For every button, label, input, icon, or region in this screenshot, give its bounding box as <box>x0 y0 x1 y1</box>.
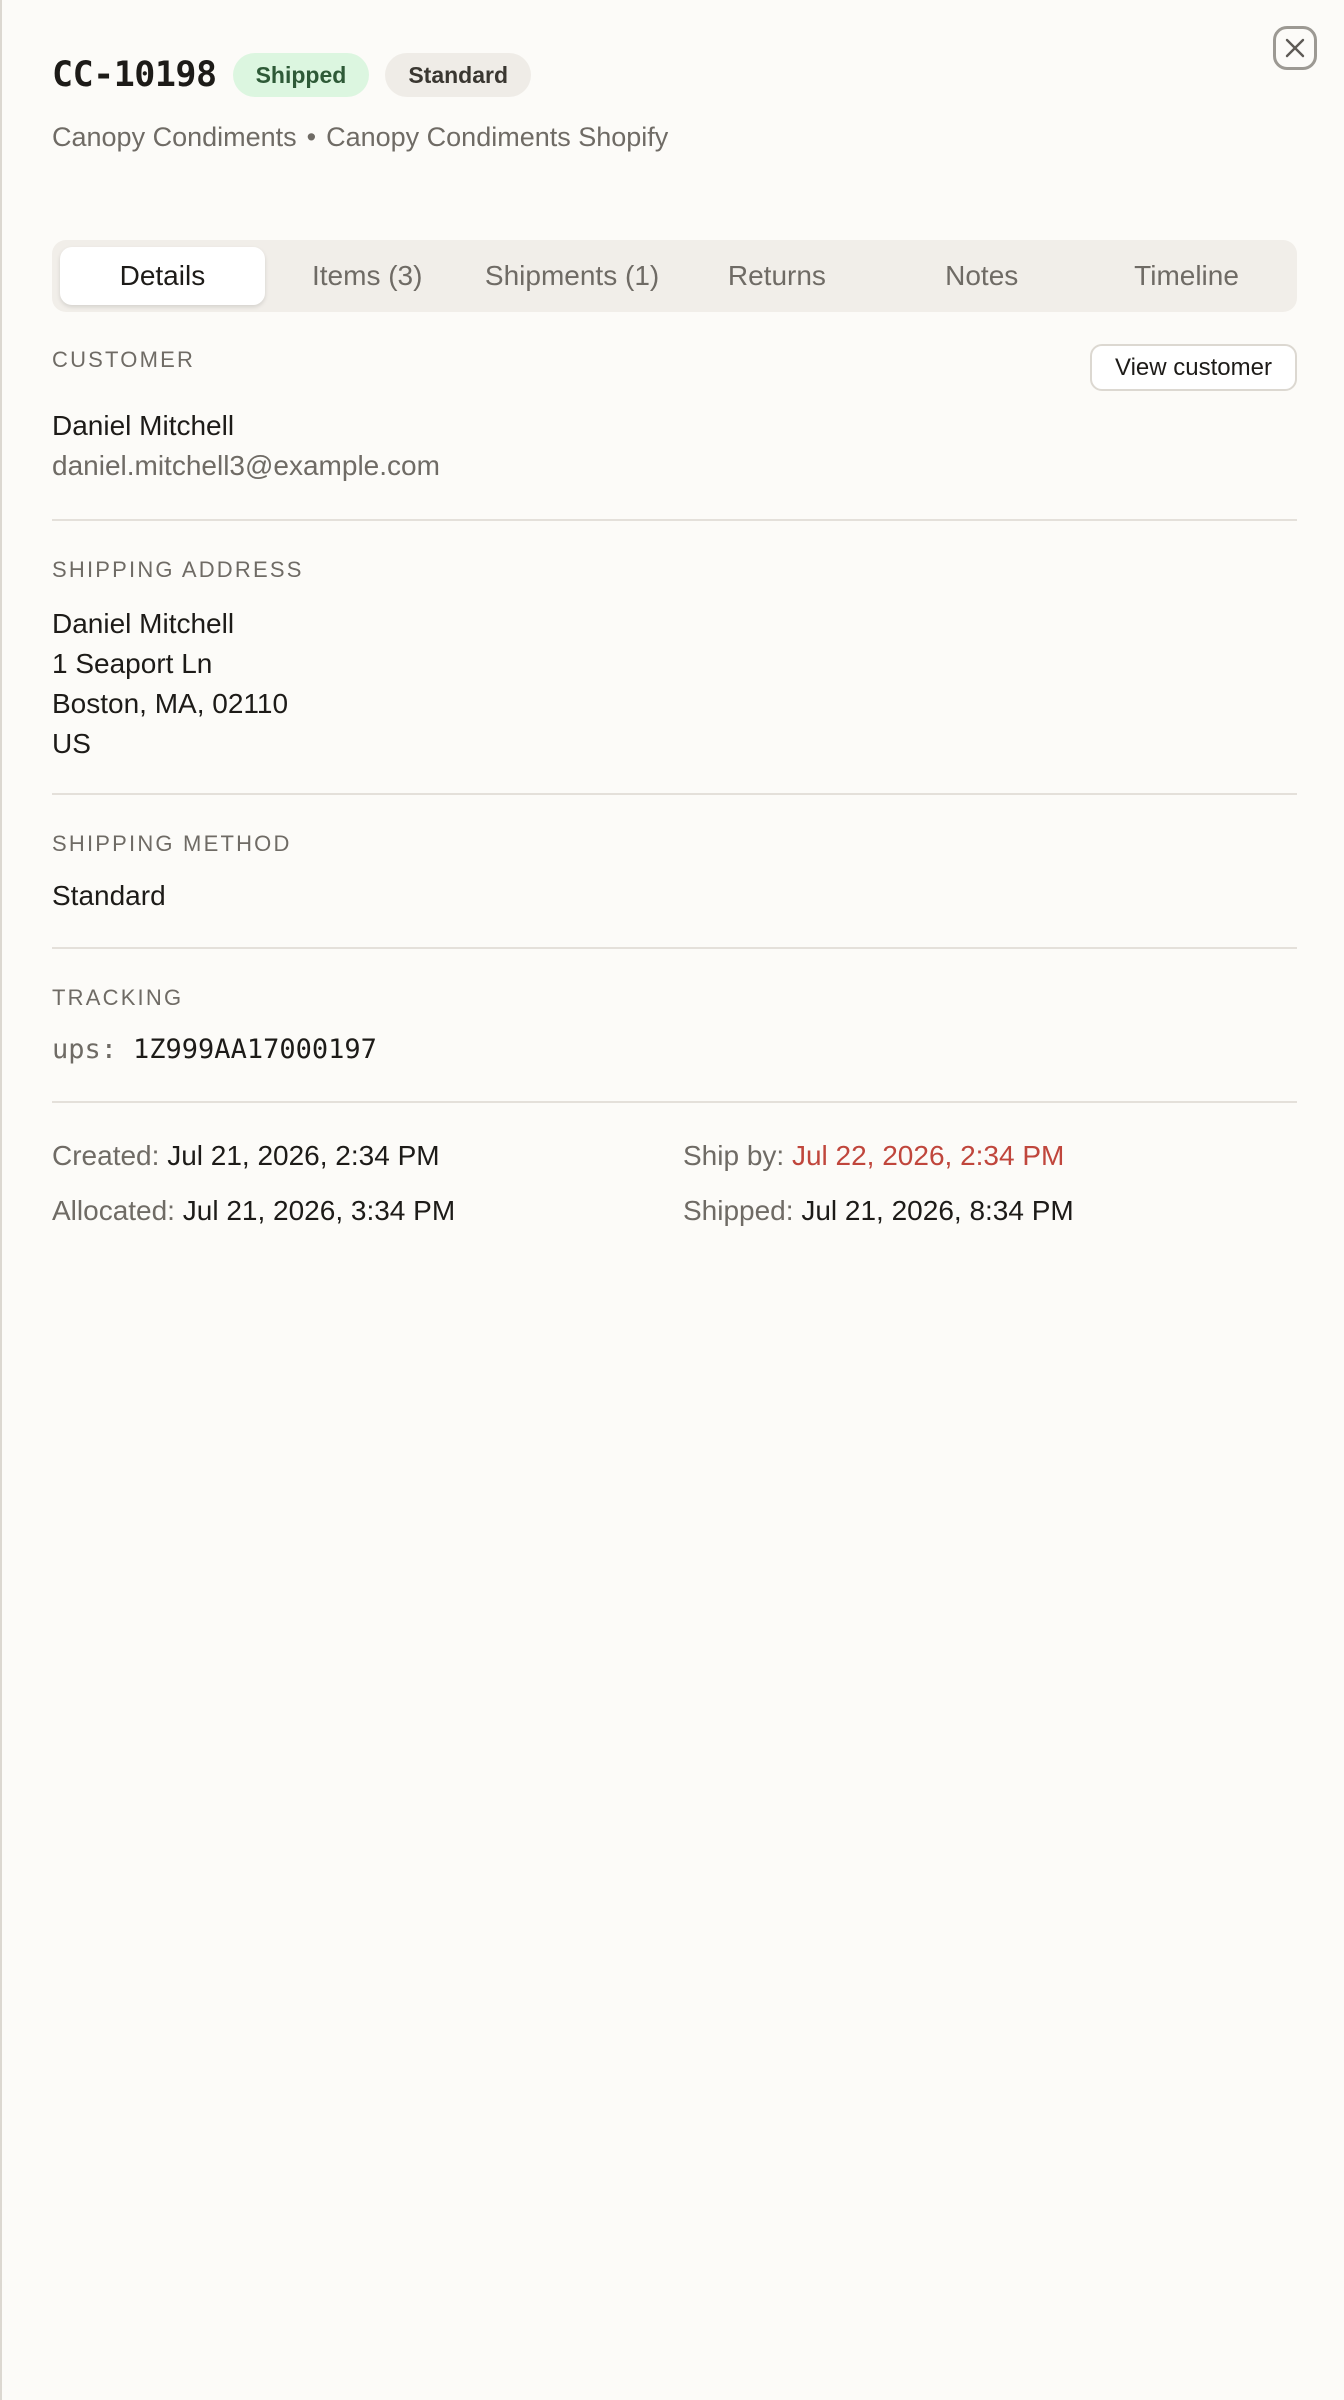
divider <box>52 947 1297 949</box>
customer-email: daniel.mitchell3@example.com <box>52 450 440 481</box>
brand-name: Canopy Condiments <box>52 122 297 152</box>
ship-by-date: Ship by: Jul 22, 2026, 2:34 PM <box>683 1140 1064 1172</box>
ship-by-label: Ship by: <box>683 1140 785 1171</box>
shipped-label: Shipped: <box>683 1195 794 1226</box>
divider <box>52 1101 1297 1103</box>
address-line: Daniel Mitchell <box>52 608 235 639</box>
shipped-date: Shipped: Jul 21, 2026, 8:34 PM <box>683 1195 1074 1227</box>
shipping-address: Daniel Mitchell 1 Seaport Ln Boston, MA,… <box>52 604 288 764</box>
created-value: Jul 21, 2026, 2:34 PM <box>167 1140 440 1171</box>
shipping-method-value: Standard <box>52 880 166 911</box>
tracking-info: ups: 1Z999AA17000197 <box>52 1034 377 1065</box>
allocated-label: Allocated: <box>52 1195 175 1226</box>
customer-section-label: Customer <box>52 347 196 372</box>
tab-items[interactable]: Items (3) <box>265 247 470 305</box>
tab-timeline[interactable]: Timeline <box>1084 247 1289 305</box>
shipping-address-label: Shipping Address <box>52 557 304 582</box>
tracking-label: Tracking <box>52 985 184 1010</box>
status-badge: Shipped <box>232 53 370 97</box>
order-detail-panel: CC-10198 Shipped Standard Canopy Condime… <box>0 0 1343 2400</box>
tab-bar: Details Items (3) Shipments (1) Returns … <box>52 240 1297 312</box>
allocated-value: Jul 21, 2026, 3:34 PM <box>182 1195 456 1226</box>
view-customer-button[interactable]: View customer <box>1090 344 1297 391</box>
divider <box>52 519 1297 521</box>
address-line: Boston, MA, 02110 <box>52 688 289 719</box>
subtitle-separator: • <box>306 122 317 152</box>
allocated-date: Allocated: Jul 21, 2026, 3:34 PM <box>52 1195 455 1227</box>
order-subtitle: Canopy Condiments • Canopy Condiments Shop… <box>52 122 668 153</box>
shipping-method-label: Shipping Method <box>52 831 292 856</box>
tab-shipments[interactable]: Shipments (1) <box>470 247 675 305</box>
store-name: Canopy Condiments Shopify <box>326 122 669 152</box>
tracking-carrier: ups: <box>52 1034 118 1065</box>
divider <box>52 793 1297 795</box>
service-badge: Standard <box>385 53 531 97</box>
tab-notes[interactable]: Notes <box>879 247 1084 305</box>
ship-by-value: Jul 22, 2026, 2:34 PM <box>791 1140 1065 1171</box>
created-date: Created: Jul 21, 2026, 2:34 PM <box>52 1140 440 1172</box>
tab-returns[interactable]: Returns <box>674 247 879 305</box>
close-icon <box>1285 38 1305 58</box>
tab-details[interactable]: Details <box>60 247 265 305</box>
shipped-value: Jul 21, 2026, 8:34 PM <box>801 1195 1074 1226</box>
address-line: 1 Seaport Ln <box>52 648 213 679</box>
close-button[interactable] <box>1273 26 1317 70</box>
created-label: Created: <box>52 1140 160 1171</box>
order-id: CC-10198 <box>52 55 217 95</box>
address-line: US <box>52 728 91 759</box>
customer-name: Daniel Mitchell <box>52 410 235 441</box>
tracking-number[interactable]: 1Z999AA17000197 <box>133 1034 377 1065</box>
order-header: CC-10198 Shipped Standard <box>52 52 547 98</box>
